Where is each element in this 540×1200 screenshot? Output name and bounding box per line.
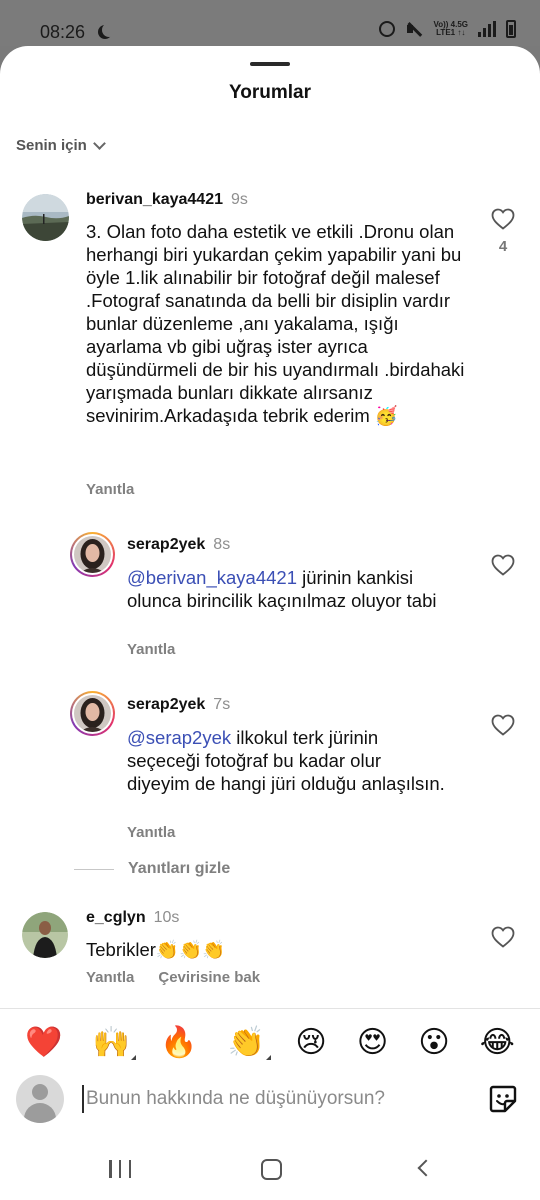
comment-text: @berivan_kaya4421 jürinin kankisi olunca… bbox=[127, 566, 467, 612]
battery-icon bbox=[506, 20, 516, 38]
filter-dropdown[interactable]: Senin için bbox=[16, 136, 106, 154]
comment-input[interactable] bbox=[82, 1085, 462, 1113]
mention-link[interactable]: @berivan_kaya4421 bbox=[127, 567, 297, 588]
avatar[interactable] bbox=[22, 912, 68, 958]
user-avatar bbox=[16, 1075, 64, 1123]
drag-handle[interactable] bbox=[250, 62, 290, 66]
system-nav-bar bbox=[0, 1140, 540, 1200]
avatar-photo bbox=[22, 194, 69, 241]
emoji-surprised-button[interactable]: 😮 bbox=[418, 1026, 449, 1060]
compose-bar bbox=[0, 1071, 540, 1123]
avatar-photo bbox=[74, 695, 111, 732]
divider bbox=[0, 1008, 540, 1009]
reply-button[interactable]: Yanıtla bbox=[86, 481, 134, 498]
hide-replies-label: Yanıtları gizle bbox=[128, 860, 231, 877]
status-bar: 08:26 Vo)) 4.5G LTE1 ↑↓ bbox=[0, 0, 540, 46]
comment-username[interactable]: serap2yek bbox=[127, 536, 205, 553]
avatar[interactable] bbox=[22, 194, 69, 241]
back-icon[interactable] bbox=[417, 1159, 435, 1177]
heart-icon bbox=[491, 926, 515, 948]
emoji-fire-button[interactable]: 🔥 bbox=[160, 1026, 197, 1060]
like-count: 4 bbox=[498, 238, 508, 255]
avatar[interactable] bbox=[70, 691, 115, 736]
comment-username[interactable]: e_cglyn bbox=[86, 909, 146, 926]
mute-icon bbox=[405, 21, 423, 37]
comment-time: 9s bbox=[231, 191, 248, 208]
comment-time: 8s bbox=[213, 536, 231, 553]
status-time: 08:26 bbox=[40, 22, 86, 42]
moon-icon bbox=[102, 23, 116, 37]
avatar-photo bbox=[22, 912, 68, 958]
emoji-heart-eyes-button[interactable]: 😍 bbox=[357, 1026, 388, 1060]
hide-replies-button[interactable]: Yanıtları gizle bbox=[74, 860, 230, 878]
reply-button[interactable]: Yanıtla bbox=[86, 969, 134, 986]
comments-sheet: Yorumlar Senin için berivan_kaya4421 9s 3… bbox=[0, 46, 540, 1200]
comment-time: 10s bbox=[153, 909, 180, 926]
recent-apps-icon[interactable] bbox=[109, 1160, 131, 1178]
like-button[interactable]: 4 bbox=[491, 208, 515, 255]
sticker-icon[interactable] bbox=[488, 1084, 518, 1114]
avatar-photo bbox=[74, 536, 111, 573]
emoji-bar: ❤️ 🙌 🔥 👏 😢 😍 😮 😂 bbox=[0, 1021, 540, 1065]
comment-username[interactable]: berivan_kaya4421 bbox=[86, 191, 223, 208]
heart-icon bbox=[491, 554, 515, 576]
emoji-raised-hands-button[interactable]: 🙌 bbox=[93, 1026, 137, 1060]
avatar[interactable] bbox=[70, 532, 115, 577]
lte-label: LTE1 ↑↓ bbox=[436, 28, 466, 37]
like-button[interactable] bbox=[491, 714, 515, 736]
heart-icon bbox=[491, 208, 515, 230]
home-icon[interactable] bbox=[261, 1159, 282, 1180]
sheet-title: Yorumlar bbox=[228, 82, 311, 103]
hide-replies-line bbox=[74, 868, 114, 870]
emoji-laugh-button[interactable]: 😂 bbox=[480, 1026, 515, 1060]
emoji-heart-button[interactable]: ❤️ bbox=[25, 1026, 62, 1060]
comment-time: 7s bbox=[213, 696, 231, 713]
alarm-icon bbox=[379, 21, 396, 37]
heart-icon bbox=[491, 714, 515, 736]
like-button[interactable] bbox=[491, 926, 515, 948]
status-icons: Vo)) 4.5G LTE1 ↑↓ bbox=[379, 20, 516, 38]
comment-username[interactable]: serap2yek bbox=[127, 696, 205, 713]
emoji-cry-button[interactable]: 😢 bbox=[295, 1026, 326, 1060]
network-indicator: Vo)) 4.5G LTE1 ↑↓ bbox=[433, 21, 468, 37]
emoji-clap-button[interactable]: 👏 bbox=[228, 1026, 272, 1060]
comment-text: Tebrikler👏👏👏 bbox=[86, 939, 226, 960]
see-translation-button[interactable]: Çevirisine bak bbox=[158, 969, 260, 986]
filter-label: Senin için bbox=[16, 137, 87, 154]
chevron-down-icon bbox=[92, 136, 106, 150]
mention-link[interactable]: @serap2yek bbox=[127, 727, 231, 748]
comment-text: @serap2yek ilkokul terk jürinin seçeceği… bbox=[127, 726, 447, 795]
signal-icon bbox=[478, 21, 496, 37]
comment-text: 3. Olan foto daha estetik ve etkili .Dro… bbox=[86, 221, 465, 426]
reply-button[interactable]: Yanıtla bbox=[127, 641, 175, 658]
like-button[interactable] bbox=[491, 554, 515, 576]
reply-button[interactable]: Yanıtla bbox=[127, 824, 175, 841]
